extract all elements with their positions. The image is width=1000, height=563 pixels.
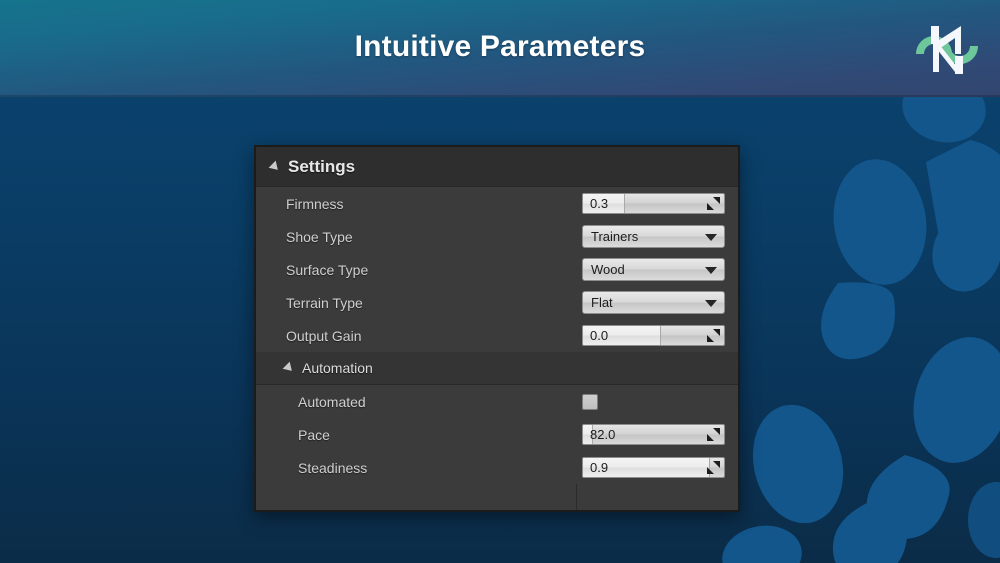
chevron-down-icon[interactable]: [705, 266, 717, 274]
dropdown-shoe-type[interactable]: Trainers: [582, 225, 725, 248]
header-band: Intuitive Parameters: [0, 0, 1000, 97]
category-header-automation[interactable]: Automation: [256, 352, 738, 385]
dropdown-value: Trainers: [591, 229, 639, 244]
property-row: Terrain Type Flat: [256, 286, 738, 319]
property-value: [576, 393, 738, 410]
dropdown-terrain-type[interactable]: Flat: [582, 291, 725, 314]
drag-handle-icon[interactable]: [707, 428, 720, 441]
property-label: Terrain Type: [286, 294, 363, 311]
property-row: Firmness 0.3: [256, 187, 738, 220]
slider-value: 0.9: [590, 460, 609, 475]
property-value: Flat: [576, 291, 743, 314]
property-label: Output Gain: [286, 327, 362, 344]
triangle-expanded-icon[interactable]: [268, 160, 282, 173]
page-title: Intuitive Parameters: [354, 30, 646, 63]
dropdown-value: Wood: [591, 262, 625, 277]
property-label: Firmness: [286, 195, 344, 212]
drag-handle-icon[interactable]: [707, 329, 720, 342]
checkbox-automated[interactable]: [582, 393, 598, 410]
property-label: Pace: [298, 426, 330, 443]
slider-output-gain[interactable]: 0.0: [582, 325, 725, 346]
category-label: Automation: [302, 360, 373, 376]
property-value: 0.9: [576, 457, 743, 478]
slider-steadiness[interactable]: 0.9: [582, 457, 725, 478]
slider-value: 82.0: [590, 427, 616, 442]
slider-value: 0.0: [590, 328, 609, 343]
category-label: Settings: [288, 156, 356, 176]
property-label: Surface Type: [286, 261, 369, 278]
property-label: Automated: [298, 393, 366, 410]
property-value: 0.3: [576, 193, 743, 214]
dropdown-value: Flat: [591, 295, 613, 310]
property-row: Output Gain 0.0: [256, 319, 738, 352]
property-label: Shoe Type: [286, 228, 353, 245]
property-value: 0.0: [576, 325, 743, 346]
chevron-down-icon[interactable]: [705, 233, 717, 241]
property-value: Wood: [576, 258, 743, 281]
property-row: Automated: [256, 385, 738, 418]
chevron-down-icon[interactable]: [705, 299, 717, 307]
slider-value: 0.3: [590, 196, 609, 211]
triangle-expanded-icon[interactable]: [282, 361, 296, 375]
property-list: Settings Firmness 0.3 Shoe Type Trainers Surf…: [256, 147, 738, 484]
drag-handle-icon[interactable]: [707, 197, 720, 210]
details-panel: Settings Firmness 0.3 Shoe Type Trainers Surf…: [254, 145, 740, 512]
property-value: Trainers: [576, 225, 743, 248]
property-row: Pace 82.0: [256, 418, 738, 451]
drag-handle-icon[interactable]: [707, 461, 720, 474]
category-header-settings[interactable]: Settings: [256, 147, 738, 187]
property-label: Steadiness: [298, 459, 368, 476]
dropdown-surface-type[interactable]: Wood: [582, 258, 725, 281]
property-value: 82.0: [576, 424, 743, 445]
property-row: Shoe Type Trainers: [256, 220, 738, 253]
company-logo-icon: [916, 20, 978, 78]
slider-pace[interactable]: 82.0: [582, 424, 725, 445]
property-row: Steadiness 0.9: [256, 451, 738, 484]
slider-firmness[interactable]: 0.3: [582, 193, 725, 214]
property-row: Surface Type Wood: [256, 253, 738, 286]
